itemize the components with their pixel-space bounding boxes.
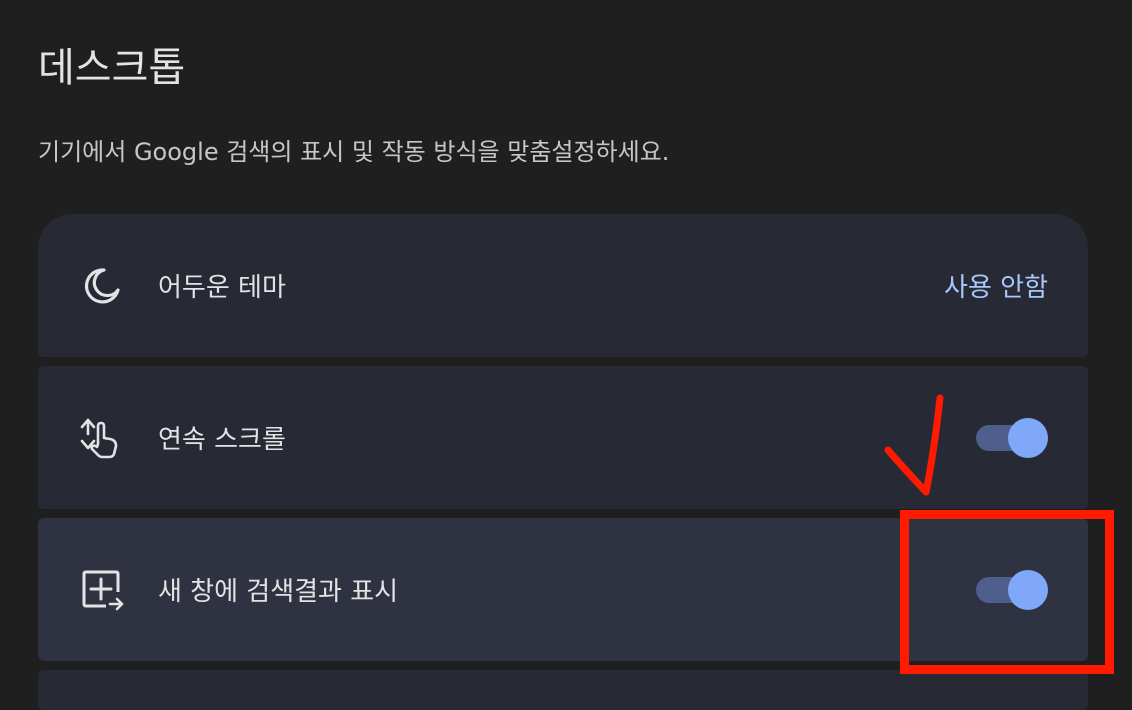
toggle-knob — [1008, 417, 1048, 458]
scroll-gesture-icon — [78, 414, 126, 462]
dark-theme-value-link[interactable]: 사용 안함 — [944, 267, 1048, 304]
setting-label: 연속 스크롤 — [158, 425, 286, 455]
open-in-new-window-icon — [78, 566, 126, 614]
setting-open-new-window: 새 창에 검색결과 표시 — [38, 518, 1088, 661]
moon-icon — [78, 262, 126, 310]
continuous-scroll-toggle[interactable] — [976, 417, 1048, 459]
setting-label: 새 창에 검색결과 표시 — [158, 577, 399, 607]
setting-continuous-scroll: 연속 스크롤 — [38, 366, 1088, 509]
toggle-knob — [1008, 569, 1048, 610]
settings-list: 어두운 테마 사용 안함 연속 스크롤 새 창에 검색결과 표시 — [38, 214, 1088, 710]
setting-dark-theme[interactable]: 어두운 테마 사용 안함 — [38, 214, 1088, 357]
page-subtitle: 기기에서 Google 검색의 표시 및 작동 방식을 맞춤설정하세요. — [38, 138, 670, 166]
page-title: 데스크톱 — [38, 45, 186, 91]
setting-card-partial — [38, 670, 1088, 710]
setting-label: 어두운 테마 — [158, 273, 286, 303]
open-new-window-toggle[interactable] — [976, 569, 1048, 611]
